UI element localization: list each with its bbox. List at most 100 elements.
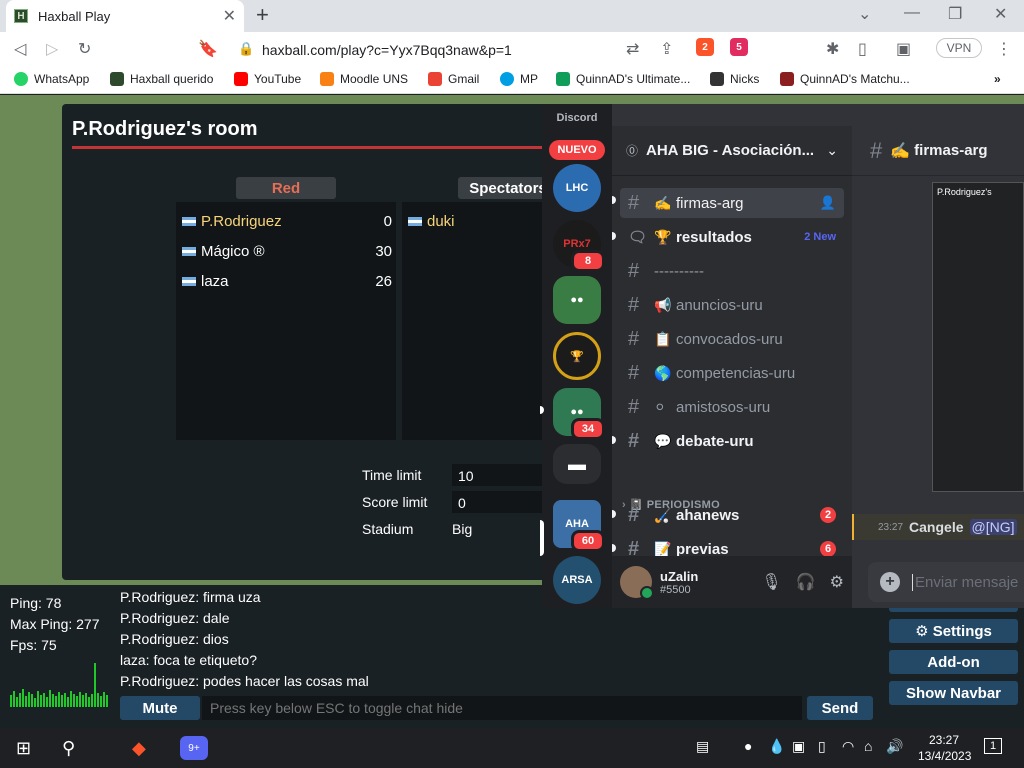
image-preview[interactable]: P.Rodriguez's bbox=[932, 182, 1024, 492]
message-row[interactable]: 23:27 Cangele @[NG] bbox=[852, 514, 1024, 540]
network-icon[interactable]: ⌂ bbox=[864, 738, 872, 754]
tray-icon[interactable]: 💧 bbox=[768, 738, 785, 755]
show-navbar-button[interactable]: Show Navbar bbox=[889, 681, 1018, 705]
guild-folder[interactable]: ●● bbox=[553, 276, 601, 324]
brave-shield-icon[interactable]: 2 bbox=[696, 38, 714, 56]
bookmark-item[interactable]: WhatsApp bbox=[14, 72, 89, 86]
brave-icon[interactable]: ◆ bbox=[132, 738, 146, 759]
guild-aha[interactable]: AHA 60 bbox=[553, 500, 605, 552]
more-bookmarks-icon[interactable]: » bbox=[994, 72, 1001, 86]
discord-tray-icon[interactable]: ● bbox=[744, 738, 752, 754]
guild-prx7[interactable]: PRx7 8 bbox=[553, 220, 605, 272]
message-composer[interactable]: + Enviar mensaje bbox=[868, 562, 1024, 602]
haxball-favicon-icon: H bbox=[14, 9, 28, 23]
player-row[interactable]: laza 26 bbox=[182, 270, 392, 292]
server-header[interactable]: ⓪ AHA BIG - Asociación... ⌄ bbox=[612, 126, 852, 176]
bookmark-item[interactable]: QuinnAD's Ultimate... bbox=[556, 72, 690, 86]
translate-icon[interactable]: ⇄ bbox=[626, 39, 639, 59]
restore-icon[interactable]: ❐ bbox=[948, 4, 962, 24]
send-button[interactable]: Send bbox=[807, 696, 873, 720]
spectators-list[interactable]: duki bbox=[402, 202, 542, 440]
guild-folder-2[interactable]: ●● 34 bbox=[553, 388, 605, 440]
bookmark-item[interactable]: Nicks bbox=[710, 72, 759, 86]
youtube-icon bbox=[234, 72, 248, 86]
reload-icon[interactable]: ↻ bbox=[78, 39, 91, 59]
nuevo-badge[interactable]: NUEVO bbox=[549, 140, 605, 160]
chat-message: P.Rodriguez: podes hacer las cosas mal bbox=[120, 673, 369, 689]
gear-icon[interactable]: ⚙ bbox=[830, 572, 844, 592]
minimize-icon[interactable]: — bbox=[904, 4, 920, 22]
shield-icon[interactable]: ▣ bbox=[792, 738, 805, 755]
bookmark-item[interactable]: QuinnAD's Matchu... bbox=[780, 72, 910, 86]
addon-button[interactable]: Add-on bbox=[889, 650, 1018, 674]
hash-icon: # bbox=[628, 503, 640, 526]
discord-taskbar-icon[interactable]: 9+ bbox=[180, 736, 208, 760]
stadium-label: Stadium bbox=[362, 521, 414, 537]
mute-button[interactable]: Mute bbox=[120, 696, 200, 720]
hash-icon: # bbox=[870, 137, 883, 163]
score-limit-value[interactable]: 0 bbox=[452, 491, 542, 513]
bookmark-item[interactable]: Haxball querido bbox=[110, 72, 213, 86]
guild-lhc[interactable]: LHC bbox=[553, 164, 601, 212]
bookmark-item[interactable]: Gmail bbox=[428, 72, 479, 86]
clock[interactable]: 23:27 13/4/2023 bbox=[918, 732, 971, 764]
close-window-icon[interactable]: ✕ bbox=[994, 4, 1007, 24]
vpn-button[interactable]: VPN bbox=[936, 38, 982, 58]
settings-button[interactable]: ⚙ Settings bbox=[889, 619, 1018, 643]
wifi-icon[interactable]: ◠ bbox=[842, 738, 854, 755]
sidebar-icon[interactable]: ▯ bbox=[858, 39, 867, 59]
bookmark-item[interactable]: YouTube bbox=[234, 72, 301, 86]
channel-firmas-arg[interactable]: # ✍️ firmas-arg 👤 bbox=[620, 188, 844, 218]
search-icon[interactable]: ⚲ bbox=[62, 738, 75, 759]
menu-icon[interactable]: ⋮ bbox=[996, 39, 1012, 59]
red-team-button[interactable]: Red bbox=[236, 177, 336, 199]
channel-debate-uru[interactable]: # 💬 debate-uru bbox=[620, 426, 844, 456]
new-tab-icon[interactable]: + bbox=[256, 2, 269, 28]
widget-icon[interactable]: ▤ bbox=[696, 738, 709, 755]
bookmark-icon[interactable]: 🔖 bbox=[198, 39, 218, 59]
stadium-value[interactable]: Big bbox=[452, 521, 472, 537]
chat-log: P.Rodriguez: firma uza P.Rodriguez: dale… bbox=[120, 587, 369, 692]
headphones-icon[interactable]: 🎧 bbox=[796, 572, 816, 592]
bookmark-item[interactable]: Moodle UNS bbox=[320, 72, 408, 86]
red-team-list[interactable]: P.Rodriguez 0 Mágico ® 30 laza 26 bbox=[176, 202, 396, 440]
wallet-icon[interactable]: ▣ bbox=[896, 39, 911, 59]
brave-rewards-icon[interactable]: 5 bbox=[730, 38, 748, 56]
user-info[interactable]: uZalin #5500 bbox=[660, 569, 747, 596]
channel-separator[interactable]: # ---------- bbox=[620, 256, 844, 286]
channel-amistosos-uru[interactable]: # ⚪ amistosos-uru bbox=[620, 392, 844, 422]
player-row[interactable]: duki bbox=[408, 210, 538, 232]
tab-haxball[interactable]: H Haxball Play ✕ bbox=[6, 0, 244, 32]
share-icon[interactable]: ⇪ bbox=[660, 39, 673, 59]
channel-competencias-uru[interactable]: # 🌎 competencias-uru bbox=[620, 358, 844, 388]
tab-search-icon[interactable]: ⌄ bbox=[858, 4, 871, 24]
volume-icon[interactable]: 🔊 bbox=[886, 738, 903, 755]
folder-icon[interactable]: ▬ bbox=[553, 444, 601, 484]
player-row[interactable]: Mágico ® 30 bbox=[182, 240, 392, 262]
windows-start-icon[interactable]: ⊞ bbox=[16, 738, 31, 759]
add-member-icon[interactable]: 👤 bbox=[820, 195, 836, 211]
browser-toolbar: ◁ ▷ ↻ 🔖 🔒 haxball.com/play?c=Yyx7Bqq3naw… bbox=[0, 32, 1024, 66]
hash-icon: # bbox=[628, 429, 640, 452]
add-attachment-icon[interactable]: + bbox=[880, 572, 900, 592]
battery-icon[interactable]: ▯ bbox=[818, 738, 826, 755]
message-author[interactable]: Cangele bbox=[909, 519, 963, 535]
guild-arsa[interactable]: ARSA bbox=[553, 556, 601, 604]
microphone-icon[interactable]: 🎙 bbox=[761, 572, 781, 592]
bookmark-item[interactable]: MP bbox=[500, 72, 538, 86]
avatar[interactable] bbox=[620, 566, 654, 600]
time-limit-value[interactable]: 10 bbox=[452, 464, 542, 486]
close-tab-icon[interactable]: ✕ bbox=[223, 6, 236, 26]
message-mention[interactable]: @[NG] bbox=[969, 519, 1017, 535]
channel-convocados-uru[interactable]: # 📋 convocados-uru bbox=[620, 324, 844, 354]
guild-trophy[interactable]: 🏆 bbox=[553, 332, 601, 380]
player-row[interactable]: P.Rodriguez 0 bbox=[182, 210, 392, 232]
forward-icon[interactable]: ▷ bbox=[46, 39, 58, 59]
back-icon[interactable]: ◁ bbox=[14, 39, 26, 59]
channel-resultados[interactable]: 🗨 🏆 resultados 2 New bbox=[620, 222, 844, 252]
extensions-icon[interactable]: ✱ bbox=[826, 39, 839, 59]
notification-icon[interactable]: 1 bbox=[984, 738, 1002, 754]
channel-ahanews[interactable]: # 🏑 ahanews 2 bbox=[620, 500, 844, 530]
chat-input[interactable] bbox=[202, 696, 802, 720]
channel-anuncios-uru[interactable]: # 📢 anuncios-uru bbox=[620, 290, 844, 320]
